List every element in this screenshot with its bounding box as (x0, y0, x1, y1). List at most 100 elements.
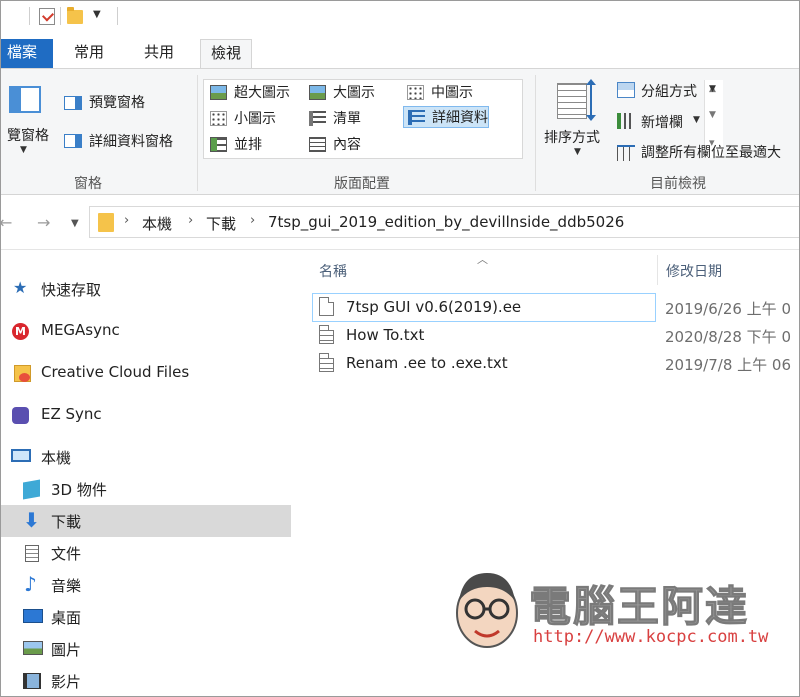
column-header-name[interactable]: 名稱 (319, 261, 347, 281)
layout-details[interactable]: 詳細資料 (403, 106, 489, 128)
sidebar-item-label: MEGAsync (41, 321, 120, 339)
layout-small-icons[interactable]: 小圖示 (206, 108, 276, 130)
sidebar-item-label: EZ Sync (41, 405, 102, 423)
layout-medium-icons[interactable]: 中圖示 (403, 82, 473, 104)
layout-tiles[interactable]: 並排 (206, 134, 262, 156)
sidebar-item-label: 文件 (51, 545, 82, 563)
file-row[interactable]: Renam .ee to .exe.txt 2019/7/8 上午 06 (313, 350, 799, 377)
ribbon-tabs: 檔案 常用 共用 檢視 (1, 33, 799, 70)
group-divider (197, 75, 198, 191)
chevron-down-icon[interactable]: ▼ (20, 145, 27, 155)
text-file-icon (319, 325, 334, 344)
layout-item-label: 小圖示 (234, 111, 276, 127)
group-by-button[interactable]: 分組方式 (641, 81, 697, 101)
tab-file[interactable]: 檔案 (1, 39, 53, 69)
chevron-down-icon[interactable]: ▼ (709, 84, 716, 94)
sidebar-item-documents[interactable]: 文件 (1, 537, 291, 569)
size-all-columns-button[interactable]: 調整所有欄位至最適大 (641, 142, 781, 162)
sidebar-item-creative-cloud[interactable]: Creative Cloud Files (1, 357, 291, 389)
scroll-down-icon[interactable]: ▼ (709, 110, 716, 120)
mega-icon: M (12, 323, 29, 340)
navigation-bar: ← → ▼ › 本機 › 下載 › 7tsp_gui_2019_edition_… (1, 196, 799, 250)
chevron-down-icon[interactable]: ▼ (693, 115, 700, 125)
breadcrumb-separator-icon[interactable]: › (188, 213, 193, 228)
breadcrumb-current-folder[interactable]: 7tsp_gui_2019_edition_by_devillnside_ddb… (268, 213, 624, 231)
tiles-icon (210, 137, 227, 152)
layout-gallery: 超大圖示 大圖示 中圖示 小圖示 清單 詳細資料 並排 內容 ▲ ▼ ▾ (203, 79, 723, 159)
breadcrumb-separator-icon[interactable]: › (124, 213, 129, 228)
file-modified-date: 2019/6/26 上午 0 (665, 300, 791, 318)
music-icon: ♪ (24, 572, 37, 596)
tab-view[interactable]: 檢視 (200, 39, 253, 70)
file-name-cell[interactable]: Renam .ee to .exe.txt (313, 350, 655, 377)
back-arrow-icon[interactable]: ← (1, 213, 12, 232)
toolbar-divider (29, 7, 30, 25)
customize-toolbar-icon[interactable]: ▼ (93, 9, 101, 20)
sidebar-item-label: Creative Cloud Files (41, 363, 190, 381)
file-row[interactable]: 7tsp GUI v0.6(2019).ee 2019/6/26 上午 0 (312, 293, 799, 322)
sidebar-item-3d-objects[interactable]: 3D 物件 (1, 473, 291, 505)
layout-item-label: 詳細資料 (432, 110, 488, 126)
navigation-pane-button[interactable]: 覽窗格 (7, 125, 49, 145)
properties-check-icon[interactable] (39, 8, 55, 25)
details-pane-button[interactable]: 詳細資料窗格 (89, 131, 173, 151)
file-name-cell[interactable]: How To.txt (313, 322, 655, 349)
forward-arrow-icon[interactable]: → (37, 213, 50, 232)
sidebar-item-label: 3D 物件 (51, 481, 107, 499)
videos-icon (23, 673, 41, 689)
layout-item-label: 超大圖示 (234, 85, 290, 101)
computer-icon (11, 449, 31, 462)
sidebar-item-videos[interactable]: 影片 (1, 665, 291, 696)
new-folder-icon[interactable] (67, 7, 83, 24)
layout-large-icons[interactable]: 大圖示 (305, 82, 375, 104)
layout-item-label: 內容 (333, 137, 361, 153)
sidebar-item-desktop[interactable]: 桌面 (1, 601, 291, 633)
sidebar-item-ez-sync[interactable]: EZ Sync (1, 399, 291, 431)
breadcrumb-downloads[interactable]: 下載 (206, 213, 236, 234)
sidebar-item-this-pc[interactable]: 本機 (1, 441, 291, 473)
file-name-cell[interactable]: 7tsp GUI v0.6(2019).ee (312, 293, 656, 322)
chevron-down-icon[interactable]: ▼ (574, 147, 581, 157)
sidebar-item-pictures[interactable]: 圖片 (1, 633, 291, 665)
sidebar-item-megasync[interactable]: M MEGAsync (1, 315, 291, 347)
sidebar-item-label: 下載 (51, 513, 82, 531)
group-label-panes: 窗格 (74, 176, 102, 192)
layout-extra-large-icons[interactable]: 超大圖示 (206, 82, 290, 104)
column-divider[interactable] (657, 255, 658, 285)
column-header-modified[interactable]: 修改日期 (666, 261, 722, 281)
add-columns-button[interactable]: 新增欄 (641, 112, 683, 132)
sort-by-button[interactable]: 排序方式 (544, 127, 600, 147)
sort-arrows-icon (586, 79, 596, 121)
star-icon: ★ (13, 278, 28, 297)
sidebar-item-music[interactable]: ♪ 音樂 (1, 569, 291, 601)
toolbar-divider (60, 7, 61, 25)
watermark: 電腦王阿達 http://www.kocpc.com.tw (449, 561, 768, 661)
file-modified-date: 2020/8/28 下午 0 (665, 328, 791, 346)
navigation-pane-icon[interactable] (9, 86, 41, 113)
text-file-icon (319, 353, 334, 372)
sidebar-item-quick-access[interactable]: ★ 快速存取 (1, 273, 291, 305)
sidebar-item-downloads[interactable]: ⬇ 下載 (1, 505, 291, 537)
sort-icon (557, 83, 587, 119)
ribbon-view-panel: 覽窗格 ▼ 預覽窗格 詳細資料窗格 窗格 超大圖示 大圖示 中圖示 小圖示 清單… (1, 68, 799, 195)
breadcrumb-this-pc[interactable]: 本機 (142, 213, 172, 234)
layout-content[interactable]: 內容 (305, 134, 361, 156)
toolbar-divider (117, 7, 118, 25)
details-pane-icon (64, 134, 82, 148)
file-row[interactable]: How To.txt 2020/8/28 下午 0 (313, 322, 799, 349)
desktop-icon (23, 609, 43, 623)
watermark-url: http://www.kocpc.com.tw (533, 627, 769, 647)
image-icon (309, 85, 326, 100)
breadcrumb-separator-icon[interactable]: › (250, 213, 255, 228)
list-icon (309, 111, 326, 126)
preview-pane-button[interactable]: 預覽窗格 (89, 92, 145, 112)
address-bar[interactable]: › 本機 › 下載 › 7tsp_gui_2019_edition_by_dev… (89, 206, 799, 238)
tab-home[interactable]: 常用 (64, 39, 114, 69)
layout-list[interactable]: 清單 (305, 108, 361, 130)
sidebar-item-label: 桌面 (51, 609, 82, 627)
recent-locations-icon[interactable]: ▼ (71, 218, 79, 229)
file-name: Renam .ee to .exe.txt (346, 354, 508, 372)
ez-sync-icon (12, 407, 29, 424)
quick-access-toolbar: ▼ (1, 1, 799, 33)
tab-share[interactable]: 共用 (134, 39, 184, 69)
